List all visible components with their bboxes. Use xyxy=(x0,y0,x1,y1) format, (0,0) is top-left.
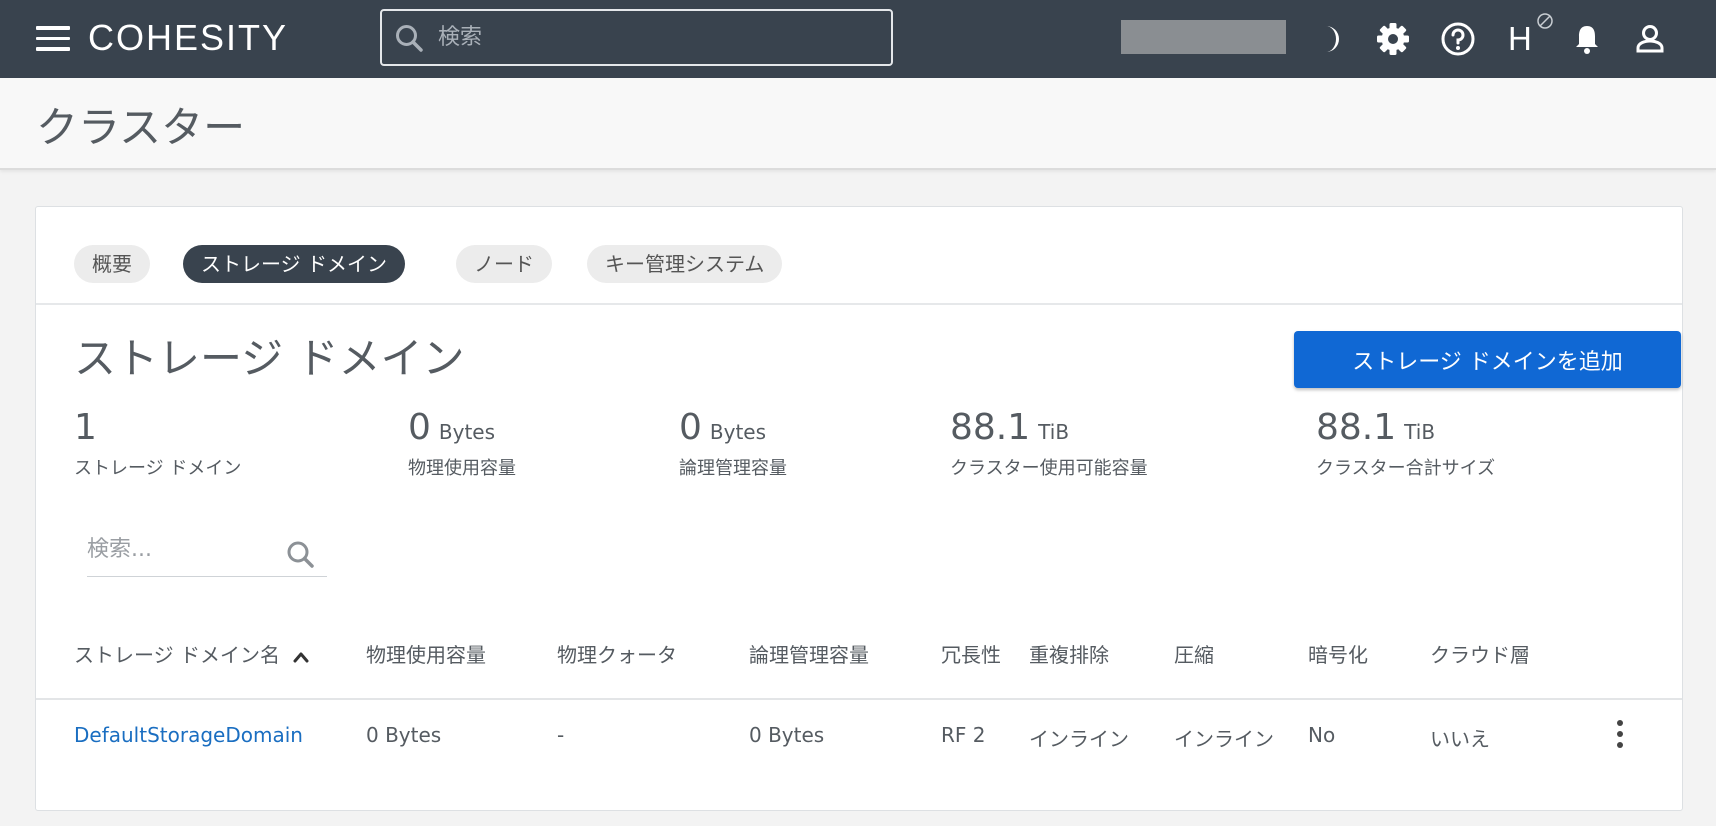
stat-value: 0 xyxy=(408,407,431,448)
cell-compression: インライン xyxy=(1174,727,1274,751)
stat-logical-managed: 0 Bytes 論理管理容量 xyxy=(679,407,787,480)
column-header-compression[interactable]: 圧縮 xyxy=(1174,639,1214,668)
section-title: ストレージ ドメイン xyxy=(74,334,465,383)
column-header-name[interactable]: ストレージ ドメイン名 xyxy=(74,639,310,668)
column-header-dedup[interactable]: 重複排除 xyxy=(1029,639,1109,668)
user-initial-avatar[interactable]: H xyxy=(1508,20,1532,58)
column-header-encryption[interactable]: 暗号化 xyxy=(1308,639,1368,668)
table-divider xyxy=(36,698,1682,700)
tab-key-management[interactable]: キー管理システム xyxy=(587,245,783,283)
kebab-menu-icon[interactable] xyxy=(1610,717,1630,753)
cell-cloud-tier: いいえ xyxy=(1430,727,1490,751)
stat-label: クラスター使用可能容量 xyxy=(950,458,1148,479)
stat-value: 1 xyxy=(74,407,97,448)
stat-label: クラスター合計サイズ xyxy=(1316,458,1496,479)
page-title: クラスター xyxy=(36,103,246,152)
stat-label: 論理管理容量 xyxy=(679,458,787,479)
column-header-label: ストレージ ドメイン名 xyxy=(74,643,280,667)
moon-icon[interactable] xyxy=(1310,20,1348,58)
column-header-physical-used[interactable]: 物理使用容量 xyxy=(366,639,486,668)
storage-domain-link[interactable]: DefaultStorageDomain xyxy=(74,723,303,747)
stat-unit: Bytes xyxy=(709,420,767,444)
cell-encryption: No xyxy=(1308,723,1336,747)
hamburger-icon[interactable] xyxy=(36,26,70,52)
column-header-cloud-tier[interactable]: クラウド層 xyxy=(1430,639,1530,668)
top-nav-bar: COHESITY H xyxy=(0,0,1716,78)
storage-domain-card: 概要 ストレージ ドメイン ノード キー管理システム ストレージ ドメイン スト… xyxy=(35,206,1683,811)
redacted-cluster-name xyxy=(1121,20,1286,54)
cell-physical-used: 0 Bytes xyxy=(366,723,442,747)
global-search[interactable] xyxy=(380,9,893,66)
stat-physical-used: 0 Bytes 物理使用容量 xyxy=(408,407,516,480)
stat-value: 88.1 xyxy=(950,407,1031,448)
help-icon[interactable] xyxy=(1439,20,1477,58)
stat-unit: TiB xyxy=(1038,420,1070,444)
logo[interactable]: COHESITY xyxy=(88,18,288,58)
stat-unit: Bytes xyxy=(438,420,496,444)
tab-summary[interactable]: 概要 xyxy=(74,245,150,283)
tab-bar: 概要 ストレージ ドメイン ノード キー管理システム xyxy=(36,207,1682,305)
tab-nodes[interactable]: ノード xyxy=(456,245,552,283)
cell-dedup: インライン xyxy=(1029,727,1129,751)
disabled-badge-icon xyxy=(1537,13,1553,29)
column-header-physical-quota[interactable]: 物理クォータ xyxy=(557,639,677,668)
stat-domain-count: 1 ストレージ ドメイン xyxy=(74,407,241,480)
column-header-logical-managed[interactable]: 論理管理容量 xyxy=(749,639,869,668)
global-search-input[interactable] xyxy=(438,17,878,57)
chevron-up-icon[interactable] xyxy=(292,650,310,664)
add-storage-domain-button[interactable]: ストレージ ドメインを追加 xyxy=(1294,331,1681,388)
table-search-input[interactable] xyxy=(87,527,277,571)
user-icon[interactable] xyxy=(1631,20,1669,58)
stat-label: ストレージ ドメイン xyxy=(74,458,242,479)
cell-redundancy: RF 2 xyxy=(941,723,986,747)
tab-storage-domain[interactable]: ストレージ ドメイン xyxy=(183,245,405,283)
stat-label: 物理使用容量 xyxy=(408,458,516,479)
cell-physical-quota: - xyxy=(557,723,565,747)
bell-icon[interactable] xyxy=(1568,20,1606,58)
cell-logical-managed: 0 Bytes xyxy=(749,723,825,747)
page-header: クラスター xyxy=(0,78,1716,170)
stat-value: 88.1 xyxy=(1316,407,1397,448)
stat-unit: TiB xyxy=(1404,420,1436,444)
table-search[interactable] xyxy=(87,527,327,577)
column-header-redundancy[interactable]: 冗長性 xyxy=(941,639,1001,668)
gear-icon[interactable] xyxy=(1374,20,1412,58)
stat-cluster-total: 88.1 TiB クラスター合計サイズ xyxy=(1316,407,1495,480)
search-icon xyxy=(396,25,423,52)
stat-cluster-usable: 88.1 TiB クラスター使用可能容量 xyxy=(950,407,1148,480)
search-icon[interactable] xyxy=(285,539,317,571)
stat-value: 0 xyxy=(679,407,702,448)
